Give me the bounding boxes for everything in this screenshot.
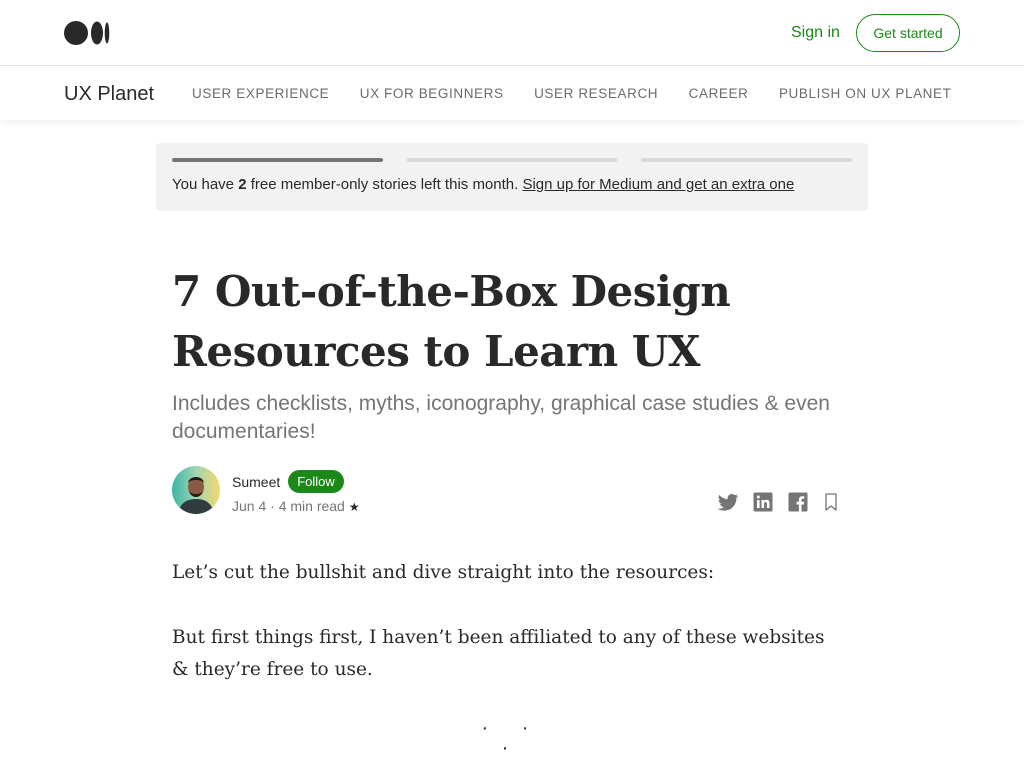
member-star-icon: ★: [348, 500, 360, 514]
bookmark-icon[interactable]: [819, 490, 843, 514]
meter-progress: [172, 158, 852, 162]
article-subtitle: Includes checklists, myths, iconography,…: [172, 392, 830, 443]
article-paragraph: Let’s cut the bullshit and dive straight…: [172, 562, 715, 583]
sign-in-link[interactable]: Sign in: [791, 23, 840, 43]
meter-text: You have 2 free member-only stories left…: [172, 175, 794, 195]
meter-segment: [406, 158, 618, 162]
article-meta: Jun 4 · 4 min read ★: [232, 497, 360, 516]
follow-button[interactable]: Follow: [288, 470, 344, 493]
nav-user-research[interactable]: USER RESEARCH: [534, 86, 658, 102]
get-started-button[interactable]: Get started: [856, 14, 960, 52]
meter-suffix: free member-only stories left this month…: [246, 176, 523, 193]
twitter-icon[interactable]: [716, 490, 740, 514]
meter-prefix: You have: [172, 176, 239, 193]
section-separator: · · ·: [481, 717, 543, 759]
nav-user-experience[interactable]: USER EXPERIENCE: [192, 86, 329, 102]
author-row: Sumeet Follow Jun 4 · 4 min read ★: [172, 466, 840, 516]
sign-up-link[interactable]: Sign up for Medium and get an extra one: [522, 176, 794, 193]
meter-segment: [641, 158, 852, 162]
nav-ux-for-beginners[interactable]: UX FOR BEGINNERS: [360, 86, 504, 102]
linkedin-icon[interactable]: [751, 490, 775, 514]
publication-nav-links: USER EXPERIENCE UX FOR BEGINNERS USER RE…: [192, 85, 960, 105]
meter-segment: [172, 158, 383, 162]
author-name[interactable]: Sumeet: [232, 473, 280, 491]
publication-nav: UX Planet USER EXPERIENCE UX FOR BEGINNE…: [0, 66, 1024, 120]
article-paragraph: But first things first, I haven’t been a…: [172, 627, 825, 680]
story-meter-banner: You have 2 free member-only stories left…: [156, 143, 868, 211]
medium-logo-icon[interactable]: [64, 21, 110, 45]
top-bar: Sign in Get started: [0, 0, 1024, 66]
publication-name[interactable]: UX Planet: [64, 82, 154, 106]
article-title: 7 Out-of-the-Box Design Resources to Lea…: [172, 267, 731, 376]
meter-count: 2: [238, 176, 247, 193]
facebook-icon[interactable]: [786, 490, 810, 514]
nav-career[interactable]: CAREER: [689, 86, 749, 102]
avatar[interactable]: [172, 466, 220, 514]
date-read-time: Jun 4 · 4 min read: [232, 498, 345, 514]
nav-publish-on-ux-planet[interactable]: PUBLISH ON UX PLANET: [779, 86, 952, 102]
